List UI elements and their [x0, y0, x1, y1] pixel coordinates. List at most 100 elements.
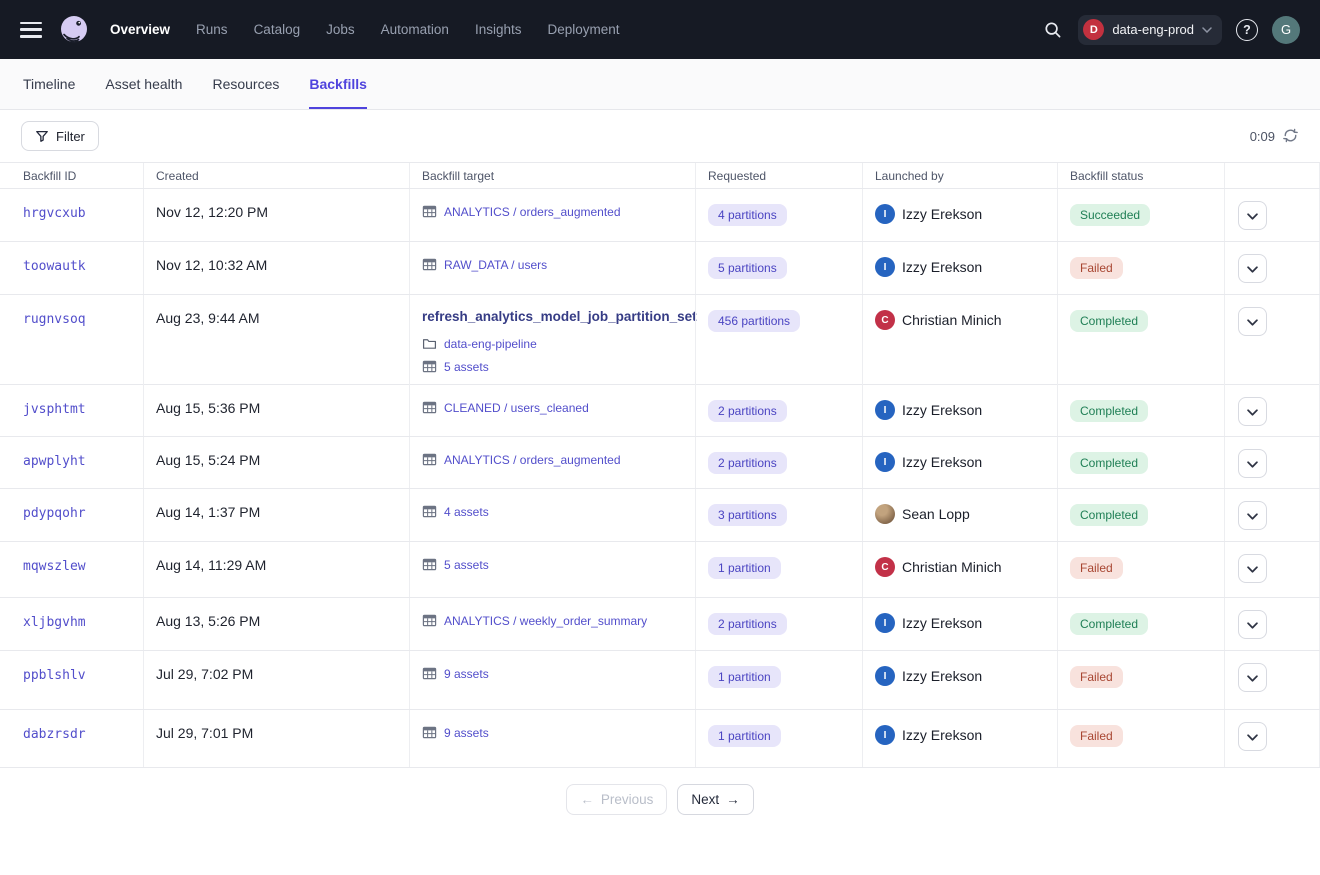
user-letter-avatar: I	[875, 204, 895, 224]
row-actions-button[interactable]	[1238, 501, 1267, 530]
row-menu-cell	[1224, 489, 1320, 541]
nav-item-runs[interactable]: Runs	[196, 22, 228, 37]
launched-by-name: Izzy Erekson	[902, 668, 982, 684]
launched-by-cell: IIzzy Erekson	[862, 710, 1057, 767]
backfill-id-link[interactable]: ppblshlv	[23, 668, 86, 683]
backfill-id-link[interactable]: hrgvcxub	[23, 206, 86, 221]
backfill-target-link[interactable]: 4 assets	[444, 505, 489, 519]
chevron-down-icon	[1202, 27, 1212, 33]
column-header: Backfill status	[1057, 163, 1224, 188]
table-row: apwplyht Aug 15, 5:24 PM ANALYTICS / ord…	[0, 437, 1320, 489]
search-icon[interactable]	[1042, 19, 1064, 41]
refresh-icon[interactable]	[1283, 128, 1299, 144]
tab-resources[interactable]: Resources	[212, 59, 279, 109]
launched-by-cell: CChristian Minich	[862, 542, 1057, 597]
row-actions-button[interactable]	[1238, 397, 1267, 426]
nav-item-automation[interactable]: Automation	[381, 22, 449, 37]
row-actions-button[interactable]	[1238, 610, 1267, 639]
backfill-target-link[interactable]: ANALYTICS / orders_augmented	[444, 453, 621, 467]
backfills-table: Backfill IDCreatedBackfill targetRequest…	[0, 162, 1320, 768]
nav-item-catalog[interactable]: Catalog	[254, 22, 301, 37]
row-actions-button[interactable]	[1238, 449, 1267, 478]
backfill-target-cell: 9 assets	[409, 651, 695, 709]
backfill-target-job-link[interactable]: refresh_analytics_model_job_partition_se…	[422, 309, 685, 324]
asset-table-icon	[422, 557, 437, 572]
column-header: Backfill ID	[0, 163, 143, 188]
backfill-id-cell: rugnvsoq	[0, 295, 143, 390]
partitions-badge: 2 partitions	[708, 452, 787, 474]
backfill-id-link[interactable]: jvsphtmt	[23, 402, 86, 417]
user-avatar[interactable]: G	[1272, 16, 1300, 44]
backfill-target-link[interactable]: ANALYTICS / orders_augmented	[444, 205, 621, 219]
backfill-id-link[interactable]: rugnvsoq	[23, 312, 86, 327]
row-menu-cell	[1224, 710, 1320, 767]
nav-item-jobs[interactable]: Jobs	[326, 22, 355, 37]
backfill-id-cell: pdypqohr	[0, 489, 143, 541]
backfill-target-link[interactable]: CLEANED / users_cleaned	[444, 401, 589, 415]
row-actions-button[interactable]	[1238, 554, 1267, 583]
backfill-id-link[interactable]: toowautk	[23, 259, 86, 274]
row-actions-button[interactable]	[1238, 663, 1267, 692]
partitions-badge: 2 partitions	[708, 400, 787, 422]
backfill-id-link[interactable]: apwplyht	[23, 454, 86, 469]
nav-item-deployment[interactable]: Deployment	[547, 22, 619, 37]
backfill-target-cell: ANALYTICS / orders_augmented	[409, 189, 695, 241]
status-cell: Completed	[1057, 489, 1224, 541]
nav-item-insights[interactable]: Insights	[475, 22, 522, 37]
asset-table-icon	[422, 725, 437, 740]
pagination: ← Previous Next →	[0, 784, 1320, 815]
target-meta-link[interactable]: data-eng-pipeline	[444, 337, 537, 351]
previous-page-button[interactable]: ← Previous	[566, 784, 667, 815]
backfill-target-link[interactable]: 9 assets	[444, 667, 489, 681]
launched-by-cell: IIzzy Erekson	[862, 437, 1057, 488]
backfill-target-link[interactable]: ANALYTICS / weekly_order_summary	[444, 614, 647, 628]
backfill-id-link[interactable]: xljbgvhm	[23, 615, 86, 630]
row-actions-button[interactable]	[1238, 307, 1267, 336]
row-actions-button[interactable]	[1238, 722, 1267, 751]
chevron-down-icon	[1247, 314, 1258, 329]
deployment-name: data-eng-prod	[1112, 22, 1194, 37]
asset-table-icon	[422, 400, 437, 415]
tab-timeline[interactable]: Timeline	[23, 59, 75, 109]
launched-by-cell: CChristian Minich	[862, 295, 1057, 390]
backfill-target-link[interactable]: 5 assets	[444, 558, 489, 572]
backfill-id-link[interactable]: dabzrsdr	[23, 727, 86, 742]
target-meta-link[interactable]: 5 assets	[444, 360, 489, 374]
deployment-switcher[interactable]: D data-eng-prod	[1078, 15, 1222, 45]
status-cell: Failed	[1057, 542, 1224, 597]
status-cell: Failed	[1057, 242, 1224, 294]
backfill-target-link[interactable]: 9 assets	[444, 726, 489, 740]
partitions-badge: 1 partition	[708, 725, 781, 747]
backfill-target-link[interactable]: RAW_DATA / users	[444, 258, 547, 272]
filter-button[interactable]: Filter	[21, 121, 99, 151]
filter-funnel-icon	[35, 129, 49, 143]
column-header: Launched by	[862, 163, 1057, 188]
menu-icon[interactable]	[20, 22, 42, 38]
tab-backfills[interactable]: Backfills	[309, 59, 367, 109]
backfill-target-cell: RAW_DATA / users	[409, 242, 695, 294]
launched-by-name: Izzy Erekson	[902, 206, 982, 222]
table-row: ppblshlv Jul 29, 7:02 PM 9 assets 1 part…	[0, 651, 1320, 710]
backfill-id-link[interactable]: pdypqohr	[23, 506, 86, 521]
nav-item-overview[interactable]: Overview	[110, 22, 170, 37]
backfill-id-link[interactable]: mqwszlew	[23, 559, 86, 574]
backfill-id-cell: dabzrsdr	[0, 710, 143, 767]
table-row: pdypqohr Aug 14, 1:37 PM 4 assets 3 part…	[0, 489, 1320, 542]
row-actions-button[interactable]	[1238, 254, 1267, 283]
row-actions-button[interactable]	[1238, 201, 1267, 230]
partitions-badge: 1 partition	[708, 666, 781, 688]
launched-by-cell: IIzzy Erekson	[862, 598, 1057, 650]
row-menu-cell	[1224, 295, 1320, 390]
table-row: mqwszlew Aug 14, 11:29 AM 5 assets 1 par…	[0, 542, 1320, 598]
next-page-button[interactable]: Next →	[677, 784, 753, 815]
requested-cell: 1 partition	[695, 710, 862, 767]
requested-cell: 456 partitions	[695, 295, 862, 390]
tab-asset-health[interactable]: Asset health	[105, 59, 182, 109]
launched-by-name: Christian Minich	[902, 312, 1002, 328]
table-row: hrgvcxub Nov 12, 12:20 PM ANALYTICS / or…	[0, 189, 1320, 242]
dagster-logo[interactable]	[56, 12, 92, 48]
chevron-down-icon	[1247, 456, 1258, 471]
backfill-target-cell: refresh_analytics_model_job_partition_se…	[409, 295, 695, 390]
filter-label: Filter	[56, 129, 85, 144]
help-icon[interactable]: ?	[1236, 19, 1258, 41]
